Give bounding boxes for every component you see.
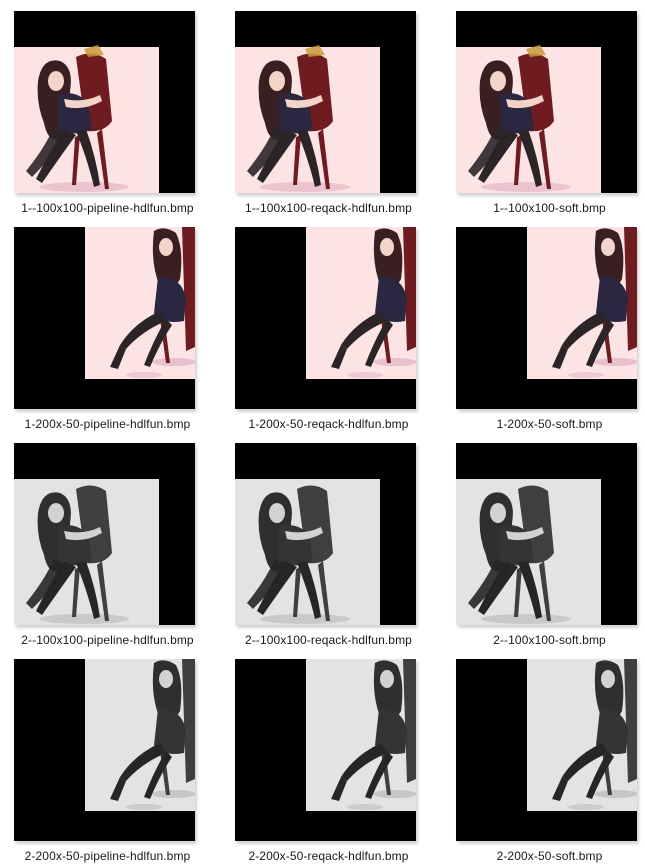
image-file-thumbnail[interactable] <box>235 227 416 409</box>
image-file-thumbnail[interactable] <box>456 443 637 625</box>
face-shape <box>601 238 615 256</box>
file-item-11[interactable]: 2-200x-50-reqack-hdlfun.bmp <box>221 648 436 864</box>
file-name-label[interactable]: 1-200x-50-soft.bmp <box>442 416 645 432</box>
floor-shadow <box>260 182 350 192</box>
floor-shadow <box>126 372 162 378</box>
thumbnail-image <box>235 227 416 409</box>
face-shape <box>159 238 173 256</box>
image-file-thumbnail[interactable] <box>456 659 637 841</box>
thumbnail-image <box>456 443 637 625</box>
file-name-label[interactable]: 2-200x-50-reqack-hdlfun.bmp <box>221 848 436 864</box>
file-grid: 1--100x100-pipeline-hdlfun.bmp 1--100x10… <box>0 0 645 867</box>
file-name-label[interactable]: 2-200x-50-soft.bmp <box>442 848 645 864</box>
image-file-thumbnail[interactable] <box>14 11 195 193</box>
image-file-thumbnail[interactable] <box>235 443 416 625</box>
floor-shadow <box>594 790 637 798</box>
floor-shadow <box>568 804 604 810</box>
file-name-label[interactable]: 1--100x100-reqack-hdlfun.bmp <box>221 200 436 216</box>
face-shape <box>380 238 394 256</box>
image-file-thumbnail[interactable] <box>235 659 416 841</box>
file-name-label[interactable]: 2--100x100-soft.bmp <box>442 632 645 648</box>
floor-shadow <box>152 358 195 366</box>
floor-shadow <box>39 182 129 192</box>
file-name-label[interactable]: 2--100x100-pipeline-hdlfun.bmp <box>0 632 215 648</box>
thumbnail-image <box>456 11 637 193</box>
floor-shadow <box>481 182 571 192</box>
thumbnail-image <box>235 659 416 841</box>
floor-shadow <box>347 372 383 378</box>
file-item-8[interactable]: 2--100x100-reqack-hdlfun.bmp <box>221 432 436 648</box>
file-item-3[interactable]: 1--100x100-soft.bmp <box>442 0 645 216</box>
image-file-thumbnail[interactable] <box>456 11 637 193</box>
image-file-thumbnail[interactable] <box>235 11 416 193</box>
floor-shadow <box>260 614 350 624</box>
floor-shadow <box>481 614 571 624</box>
thumbnail-image <box>14 227 195 409</box>
file-name-label[interactable]: 2-200x-50-pipeline-hdlfun.bmp <box>0 848 215 864</box>
face-shape <box>490 503 506 523</box>
file-name-label[interactable]: 2--100x100-reqack-hdlfun.bmp <box>221 632 436 648</box>
image-file-thumbnail[interactable] <box>14 659 195 841</box>
file-item-10[interactable]: 2-200x-50-pipeline-hdlfun.bmp <box>0 648 215 864</box>
file-item-4[interactable]: 1-200x-50-pipeline-hdlfun.bmp <box>0 216 215 432</box>
file-item-6[interactable]: 1-200x-50-soft.bmp <box>442 216 645 432</box>
thumbnail-image <box>456 659 637 841</box>
floor-shadow <box>126 804 162 810</box>
floor-shadow <box>152 790 195 798</box>
file-item-7[interactable]: 2--100x100-pipeline-hdlfun.bmp <box>0 432 215 648</box>
thumbnail-image <box>456 227 637 409</box>
image-file-thumbnail[interactable] <box>14 443 195 625</box>
file-item-12[interactable]: 2-200x-50-soft.bmp <box>442 648 645 864</box>
face-shape <box>380 670 394 688</box>
file-item-5[interactable]: 1-200x-50-reqack-hdlfun.bmp <box>221 216 436 432</box>
face-shape <box>269 71 285 91</box>
floor-shadow <box>39 614 129 624</box>
floor-shadow <box>594 358 637 366</box>
image-file-thumbnail[interactable] <box>456 227 637 409</box>
floor-shadow <box>347 804 383 810</box>
image-file-thumbnail[interactable] <box>14 227 195 409</box>
file-item-2[interactable]: 1--100x100-reqack-hdlfun.bmp <box>221 0 436 216</box>
file-name-label[interactable]: 1--100x100-soft.bmp <box>442 200 645 216</box>
floor-shadow <box>568 372 604 378</box>
thumbnail-image <box>14 659 195 841</box>
thumbnail-image <box>14 443 195 625</box>
face-shape <box>269 503 285 523</box>
file-name-label[interactable]: 1-200x-50-pipeline-hdlfun.bmp <box>0 416 215 432</box>
thumbnail-image <box>235 443 416 625</box>
file-name-label[interactable]: 1--100x100-pipeline-hdlfun.bmp <box>0 200 215 216</box>
thumbnail-image <box>14 11 195 193</box>
file-item-1[interactable]: 1--100x100-pipeline-hdlfun.bmp <box>0 0 215 216</box>
floor-shadow <box>373 790 416 798</box>
floor-shadow <box>373 358 416 366</box>
face-shape <box>601 670 615 688</box>
face-shape <box>48 71 64 91</box>
face-shape <box>48 503 64 523</box>
face-shape <box>490 71 506 91</box>
thumbnail-image <box>235 11 416 193</box>
file-item-9[interactable]: 2--100x100-soft.bmp <box>442 432 645 648</box>
face-shape <box>159 670 173 688</box>
file-name-label[interactable]: 1-200x-50-reqack-hdlfun.bmp <box>221 416 436 432</box>
